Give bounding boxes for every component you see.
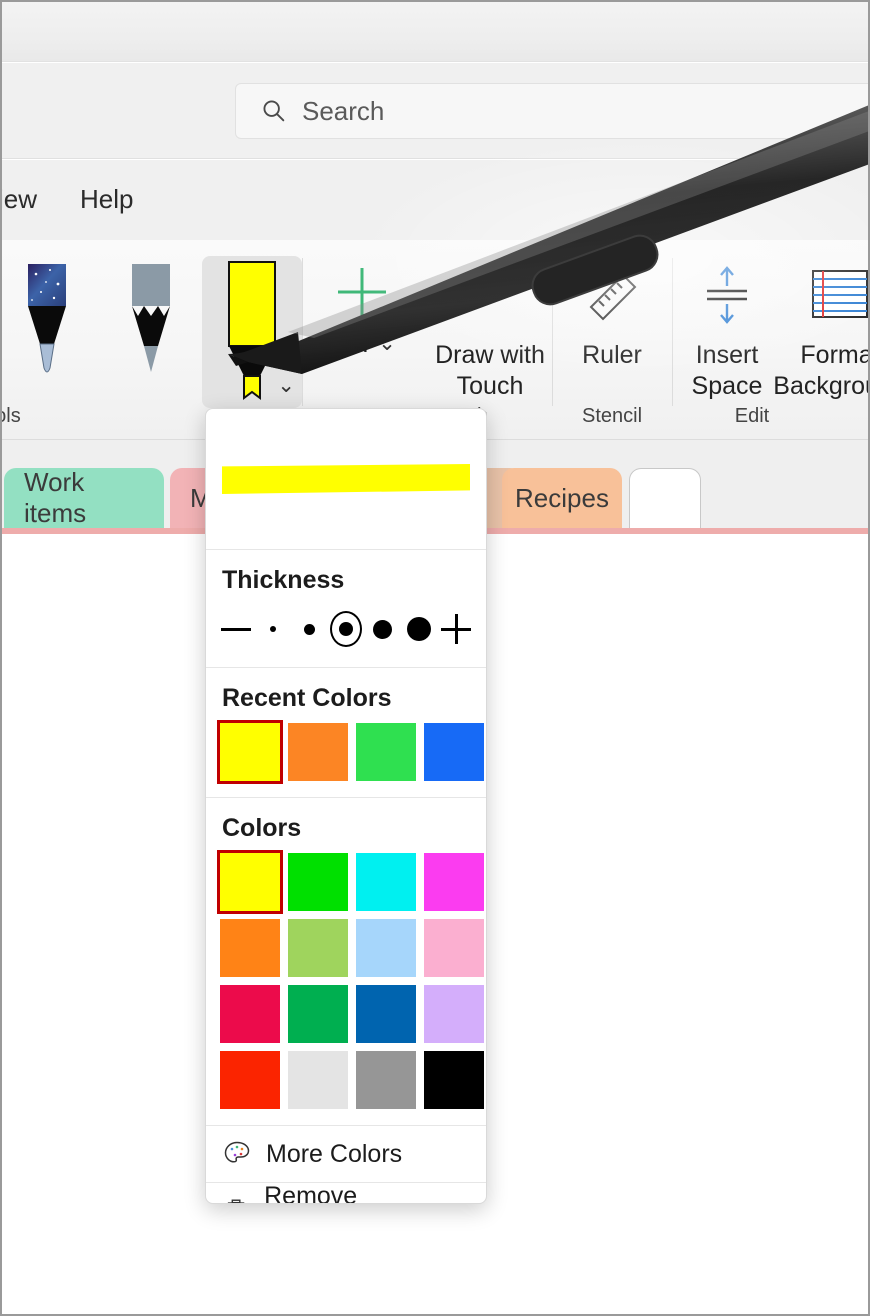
- color-gray[interactable]: [356, 1051, 416, 1109]
- highlighter-options-flyout: Thickness Recent Colors Colors More Colo…: [205, 408, 487, 1204]
- recent-colors-section: Recent Colors: [206, 668, 486, 798]
- pen-tool-highlighter[interactable]: ⌄: [202, 256, 302, 408]
- lined-paper-icon: [812, 270, 868, 318]
- pen-tool-pencil[interactable]: [114, 260, 188, 390]
- menu-item-help[interactable]: Help: [80, 176, 133, 222]
- pen-chevron-down-icon[interactable]: ⌄: [378, 331, 396, 356]
- thickness-title: Thickness: [222, 566, 345, 594]
- tab-add-new-section[interactable]: [629, 468, 701, 528]
- ribbon-group-label-edit: Edit: [734, 405, 770, 427]
- thickness-5-button[interactable]: [403, 609, 435, 649]
- color-pink[interactable]: [424, 919, 484, 977]
- color-light-blue[interactable]: [356, 919, 416, 977]
- insert-space-icon: [707, 266, 747, 324]
- palette-icon: [224, 1141, 250, 1163]
- draw-with-touch-label: Draw with Touch: [435, 341, 545, 400]
- search-row: Search: [2, 63, 868, 159]
- dash-icon: [221, 627, 251, 631]
- colors-grid: [206, 843, 486, 1125]
- color-black[interactable]: [424, 1051, 484, 1109]
- ruler-icon-wrap: [581, 258, 643, 334]
- ruler-icon: [589, 273, 637, 321]
- tab-label: Recipes: [515, 482, 609, 513]
- menu-bar: iew Help: [2, 160, 868, 240]
- dot-icon: [269, 626, 276, 632]
- touch-plus-icon: [338, 268, 386, 316]
- selection-ring-icon: [329, 611, 362, 647]
- plus-icon: [440, 614, 471, 644]
- ruler-button[interactable]: Ruler: [552, 258, 672, 371]
- color-emerald[interactable]: [288, 985, 348, 1043]
- recent-colors-grid: [206, 713, 486, 797]
- colors-title: Colors: [222, 814, 302, 842]
- highlighter-preview-stroke: [222, 464, 470, 494]
- thickness-2-button[interactable]: [293, 609, 325, 649]
- recent-color-green[interactable]: [356, 723, 416, 781]
- galaxy-pen-icon: [28, 264, 66, 373]
- tab-work-items[interactable]: Work items: [4, 467, 164, 528]
- color-crimson[interactable]: [220, 985, 280, 1043]
- dot-icon: [303, 623, 315, 635]
- color-cyan[interactable]: [356, 853, 416, 911]
- recent-color-blue[interactable]: [424, 723, 484, 781]
- pen-tool-galaxy-pen[interactable]: [10, 260, 84, 390]
- tab-recipes[interactable]: Recipes: [502, 468, 622, 528]
- insert-space-label: Insert Space: [691, 341, 763, 400]
- thickness-3-button-selected[interactable]: [329, 609, 362, 649]
- ribbon-group-label-stencil: Stencil: [581, 405, 643, 427]
- format-background-label: Format Background: [773, 341, 868, 400]
- insert-space-button[interactable]: Insert Space: [672, 258, 782, 402]
- thickness-options: [206, 595, 486, 667]
- ruler-label: Ruler: [582, 341, 642, 369]
- insert-space-icon-wrap: [697, 258, 757, 334]
- color-lavender[interactable]: [424, 985, 484, 1043]
- color-magenta[interactable]: [424, 853, 484, 911]
- preview-section: [206, 409, 486, 550]
- menu-item-view[interactable]: iew: [2, 176, 37, 222]
- recent-color-yellow[interactable]: [217, 720, 283, 784]
- dot-icon: [407, 617, 432, 641]
- title-bar: [2, 2, 868, 62]
- color-orange[interactable]: [220, 919, 280, 977]
- thickness-increase-button[interactable]: [440, 609, 472, 649]
- search-icon: [263, 100, 285, 122]
- thickness-section: Thickness: [206, 550, 486, 668]
- highlighter-chevron-down-icon[interactable]: ⌄: [277, 373, 295, 398]
- tab-label: Work items: [24, 467, 87, 528]
- dot-icon: [338, 622, 353, 636]
- pen-label: Pen: [322, 328, 369, 358]
- dot-icon: [373, 619, 393, 639]
- format-background-button[interactable]: Format Background: [773, 258, 868, 402]
- remove-highlighter-label: Remove Highlighter: [264, 1181, 358, 1204]
- draw-with-touch-button[interactable]: Draw with Touch: [430, 258, 550, 402]
- thickness-decrease-button[interactable]: [220, 609, 252, 649]
- more-colors-label: More Colors: [266, 1139, 403, 1168]
- ribbon-group-edit: Insert Space Format Background E: [672, 240, 868, 440]
- app-window: Search iew Help ⌄ ls Pen ⌄ Draw with Tou…: [0, 0, 870, 1316]
- more-colors-button[interactable]: More Colors: [206, 1126, 486, 1182]
- flyout-actions: More Colors Remove Highlighter: [206, 1126, 486, 1204]
- ribbon-group-label-tools: Tools: [2, 405, 21, 427]
- gray-pencil-icon: [132, 264, 170, 372]
- thickness-1-button[interactable]: [257, 609, 289, 649]
- color-yellow[interactable]: [217, 850, 283, 914]
- pen-dropdown-button[interactable]: Pen ⌄: [322, 328, 396, 359]
- search-input[interactable]: Search: [235, 83, 868, 139]
- colors-section: Colors: [206, 798, 486, 1126]
- ribbon-group-stencil: Ruler Stencil: [552, 240, 672, 440]
- trash-icon: [227, 1199, 245, 1203]
- color-dark-blue[interactable]: [356, 985, 416, 1043]
- search-placeholder: Search: [302, 95, 385, 126]
- group-separator: [302, 258, 303, 406]
- thickness-4-button[interactable]: [367, 609, 399, 649]
- color-light-green[interactable]: [288, 919, 348, 977]
- recent-color-orange[interactable]: [288, 723, 348, 781]
- recent-colors-title: Recent Colors: [222, 684, 392, 712]
- color-green[interactable]: [288, 853, 348, 911]
- remove-highlighter-button[interactable]: Remove Highlighter: [206, 1181, 486, 1204]
- color-red[interactable]: [220, 1051, 280, 1109]
- format-background-icon-wrap: [807, 258, 868, 334]
- color-light-gray[interactable]: [288, 1051, 348, 1109]
